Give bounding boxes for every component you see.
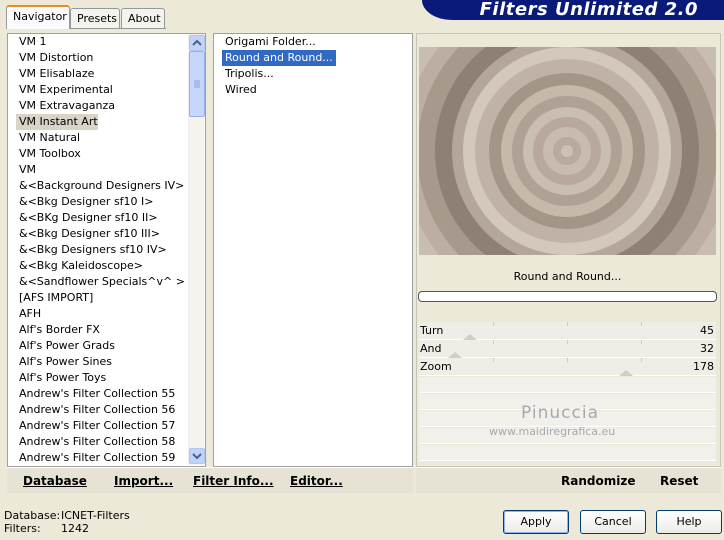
category-item[interactable]: AFH (16, 306, 41, 322)
param-empty-row (419, 445, 716, 461)
category-item[interactable]: &<Background Designers IV> (16, 178, 184, 194)
category-item[interactable]: Alf's Border FX (16, 322, 100, 338)
database-label: Database: (4, 509, 61, 522)
category-item[interactable]: VM Natural (16, 130, 80, 146)
database-value: ICNET-Filters (61, 509, 130, 522)
filter-items: Origami Folder... Round and Round... Tripo… (221, 34, 410, 466)
category-item[interactable]: &<Sandflower Specials^v^ > (16, 274, 185, 290)
tab-navigator[interactable]: Navigator (6, 5, 70, 29)
category-item[interactable]: Andrew's Filter Collection 57 (16, 418, 175, 434)
scroll-down-button[interactable] (189, 448, 205, 464)
category-item[interactable]: Alf's Power Sines (16, 354, 112, 370)
filter-info-button[interactable]: Filter Info... (193, 474, 274, 488)
preview-image (419, 47, 716, 255)
progress-bar (418, 291, 717, 302)
filter-item[interactable]: Tripolis... (222, 66, 277, 82)
category-items: VM 1 VM Distortion VM Elisablaze VM Experim… (16, 34, 194, 466)
category-item[interactable]: Alf's Power Toys (16, 370, 106, 386)
tab-presets[interactable]: Presets (70, 8, 120, 28)
param-empty-row (419, 377, 716, 393)
selected-filter-name: Round and Round... (513, 270, 622, 283)
concentric-circles-preview (419, 47, 716, 255)
filter-item[interactable]: Round and Round... (221, 49, 337, 67)
database-button[interactable]: Database (23, 474, 87, 488)
category-item[interactable]: VM Experimental (16, 82, 113, 98)
param-track[interactable] (419, 340, 716, 358)
category-item[interactable]: VM Toolbox (16, 146, 81, 162)
category-item[interactable]: VM 1 (16, 34, 47, 50)
param-value: 32 (700, 342, 714, 355)
category-item[interactable]: Andrew's Filter Collection 58 (16, 434, 175, 450)
param-track[interactable] (419, 358, 716, 376)
filter-item[interactable]: Origami Folder... (222, 34, 319, 50)
filters-count: 1242 (61, 522, 89, 535)
filters-label: Filters: (4, 522, 41, 535)
apply-button[interactable]: Apply (503, 510, 569, 534)
watermark-url: www.maidiregrafica.eu (489, 425, 616, 438)
tab-label: About (128, 12, 161, 25)
param-label: Zoom (420, 360, 452, 373)
category-item[interactable]: &<BKg Designer sf10 II> (16, 210, 158, 226)
category-item[interactable]: VM Extravaganza (16, 98, 115, 114)
scroll-thumb[interactable] (189, 51, 205, 117)
param-track[interactable] (419, 322, 716, 340)
editor-button[interactable]: Editor... (290, 474, 343, 488)
category-item[interactable]: &<Bkg Designers sf10 IV> (16, 242, 167, 258)
tab-about[interactable]: About (121, 8, 165, 28)
chevron-up-icon (192, 39, 202, 46)
param-label: And (420, 342, 442, 355)
randomize-button[interactable]: Randomize (561, 474, 635, 488)
category-item[interactable]: &<Bkg Designer sf10 III> (16, 226, 160, 242)
watermark-name: Pinuccia (521, 403, 599, 423)
scroll-up-button[interactable] (189, 35, 205, 51)
category-item[interactable]: &<Bkg Kaleidoscope> (16, 258, 143, 274)
reset-button[interactable]: Reset (660, 474, 698, 488)
chevron-down-icon (192, 453, 202, 460)
tab-label: Presets (77, 12, 118, 25)
param-turn[interactable]: Turn 45 (419, 322, 716, 340)
param-value: 45 (700, 324, 714, 337)
help-button[interactable]: Help (656, 510, 722, 534)
category-item[interactable]: Andrew's Filter Collection 59 (16, 450, 175, 466)
category-item[interactable]: VM Instant Art (16, 114, 98, 130)
category-item[interactable]: VM Elisablaze (16, 66, 94, 82)
category-item[interactable]: &<Bkg Designer sf10 I> (16, 194, 154, 210)
title-banner: Filters Unlimited 2.0 (422, 0, 724, 20)
category-item[interactable]: Andrew's Filter Collection 56 (16, 402, 175, 418)
grip-icon (194, 80, 200, 88)
category-item[interactable]: [AFS IMPORT] (16, 290, 93, 306)
tab-label: Navigator (13, 10, 67, 23)
param-zoom[interactable]: Zoom 178 (419, 358, 716, 376)
filter-list[interactable]: Origami Folder... Round and Round... Tripo… (213, 33, 413, 467)
category-item[interactable]: Alf's Power Grads (16, 338, 115, 354)
slider-thumb[interactable] (619, 370, 633, 376)
category-item[interactable]: VM Distortion (16, 50, 93, 66)
import-button[interactable]: Import... (114, 474, 173, 488)
category-list[interactable]: VM 1 VM Distortion VM Elisablaze VM Experim… (7, 33, 206, 467)
category-item[interactable]: VM (16, 162, 36, 178)
param-value: 178 (693, 360, 714, 373)
category-scrollbar[interactable] (188, 34, 205, 465)
param-and[interactable]: And 32 (419, 340, 716, 358)
cancel-button[interactable]: Cancel (580, 510, 646, 534)
app-title: Filters Unlimited 2.0 (479, 0, 698, 20)
category-item[interactable]: Andrew's Filter Collection 55 (16, 386, 175, 402)
param-label: Turn (420, 324, 444, 337)
filter-item[interactable]: Wired (222, 82, 260, 98)
